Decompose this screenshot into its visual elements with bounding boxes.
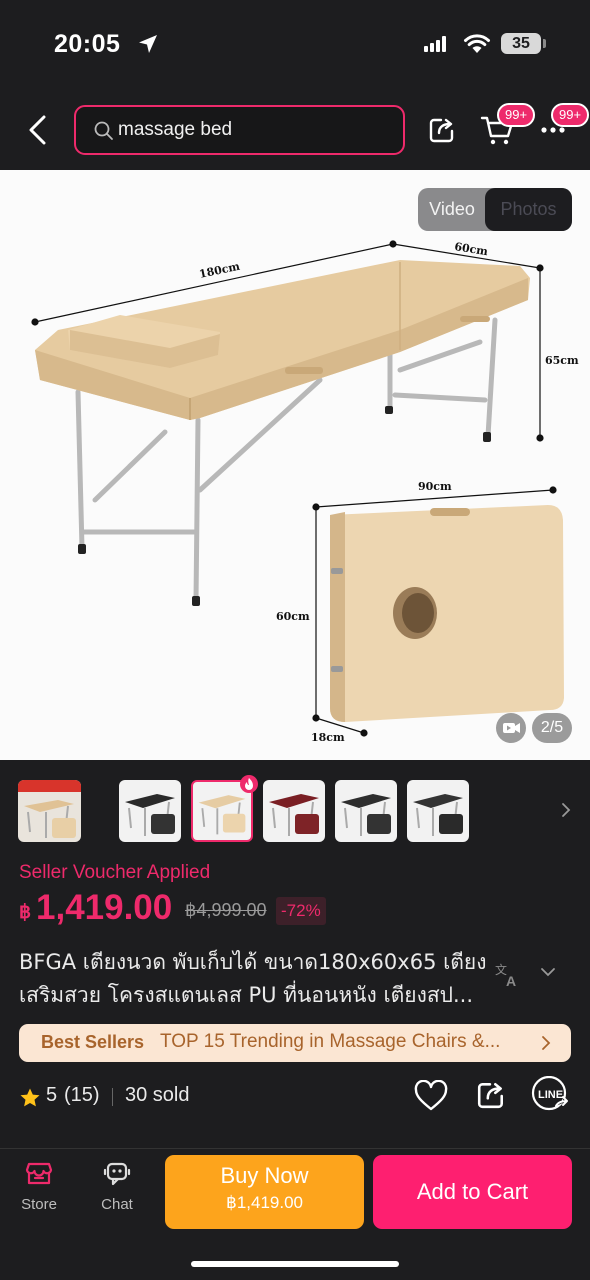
dim-height: 65cm (545, 354, 579, 367)
more-options-icon[interactable] (540, 126, 568, 134)
cellular-signal-icon (424, 36, 446, 52)
svg-text:LINE: LINE (538, 1089, 563, 1101)
best-seller-banner[interactable]: Best Sellers TOP 15 Trending in Massage … (19, 1024, 571, 1062)
thumb-black-bed[interactable] (119, 780, 181, 842)
tab-photos[interactable]: Photos (485, 188, 572, 231)
battery-tip (543, 39, 546, 48)
search-query: massage bed (118, 119, 233, 140)
thumb-image (125, 794, 175, 836)
cart-badge: 99+ (497, 103, 536, 127)
wifi-icon (464, 34, 490, 53)
thumb-image (341, 794, 391, 836)
store-label: Store (21, 1196, 57, 1213)
product-title-line2: เสริมสวย โครงสแตนเลส PU ที่นอนหนัง เตียง… (19, 983, 474, 1007)
thumb-image (269, 794, 319, 836)
thumb-image (413, 794, 463, 836)
store-icon (25, 1162, 53, 1185)
rating-count[interactable]: (15) (64, 1084, 100, 1107)
chevron-down-icon[interactable] (540, 966, 556, 978)
thumb-black-bed-2[interactable] (335, 780, 397, 842)
share-icon[interactable] (428, 116, 456, 144)
top-header: massage bed 99+ 99+ (0, 88, 590, 170)
home-indicator[interactable] (191, 1261, 399, 1267)
line-share-icon[interactable]: LINE (530, 1076, 570, 1114)
thumb-black-bed-3[interactable] (407, 780, 469, 842)
seller-voucher-label: Seller Voucher Applied (19, 862, 211, 883)
translate-icon[interactable]: 文 A (494, 960, 522, 988)
buy-now-button[interactable]: Buy Now ฿1,419.00 (165, 1155, 364, 1229)
thumb-red-bed[interactable] (263, 780, 325, 842)
status-bar: 20:05 35 (0, 0, 590, 88)
dim-width: 60cm (454, 240, 490, 258)
svg-text:A: A (506, 973, 516, 988)
rating-score[interactable]: 5 (46, 1084, 57, 1107)
chat-robot-icon (103, 1162, 131, 1186)
discount-badge: -72% (276, 897, 326, 925)
share-icon[interactable] (476, 1080, 506, 1110)
product-image: 180cm 60cm 65cm 90cm 60cm 18cm (31, 240, 579, 744)
dim-folded-depth: 18cm (311, 731, 345, 744)
best-seller-text: TOP 15 Trending in Massage Chairs &... (160, 1031, 501, 1052)
add-to-cart-button[interactable]: Add to Cart (373, 1155, 572, 1229)
clock: 20:05 (54, 30, 121, 58)
image-counter: 2/5 (532, 713, 572, 743)
heart-icon[interactable] (413, 1080, 449, 1112)
original-price: ฿4,999.00 (185, 900, 267, 920)
media-toggle[interactable]: Video Photos (418, 188, 572, 231)
chat-button[interactable]: Chat (87, 1158, 147, 1213)
buy-now-label: Buy Now (220, 1163, 309, 1188)
thumbnail-strip (0, 760, 590, 860)
video-camera-icon (503, 723, 520, 733)
current-price: 1,419.00 (36, 888, 173, 927)
tab-video[interactable]: Video (418, 188, 486, 231)
chevron-right-icon (542, 1036, 551, 1050)
hot-flame-icon (240, 775, 258, 793)
chat-label: Chat (101, 1196, 133, 1213)
section-divider (0, 1148, 590, 1149)
rating-divider (112, 1088, 113, 1106)
dim-length: 180cm (198, 260, 241, 281)
sold-count: 30 sold (125, 1084, 190, 1106)
video-icon[interactable] (496, 713, 526, 743)
back-arrow-icon[interactable] (24, 114, 54, 146)
more-badge: 99+ (551, 103, 590, 127)
thumb-banner-image (18, 780, 81, 838)
dim-folded-width: 90cm (418, 480, 452, 493)
battery-indicator: 35 (501, 33, 541, 54)
buy-now-price: ฿1,419.00 (226, 1193, 303, 1212)
search-icon (94, 121, 113, 140)
product-gallery[interactable]: 180cm 60cm 65cm 90cm 60cm 18cm Video Pho… (0, 170, 590, 760)
dim-folded-height: 60cm (276, 610, 310, 623)
thumb-banner[interactable] (18, 780, 81, 842)
location-arrow-icon (139, 35, 157, 53)
chevron-right-icon[interactable] (560, 802, 572, 818)
best-seller-label: Best Sellers (41, 1032, 145, 1052)
star-icon (20, 1088, 40, 1107)
product-title-line1: BFGA เตียงนวด พับเก็บได้ ขนาด180x60x65 เ… (19, 950, 487, 974)
product-title: BFGA เตียงนวด พับเก็บได้ ขนาด180x60x65 เ… (19, 946, 494, 1012)
store-button[interactable]: Store (9, 1158, 69, 1213)
price-currency: ฿ (19, 902, 32, 923)
search-bar[interactable]: massage bed (74, 105, 405, 155)
